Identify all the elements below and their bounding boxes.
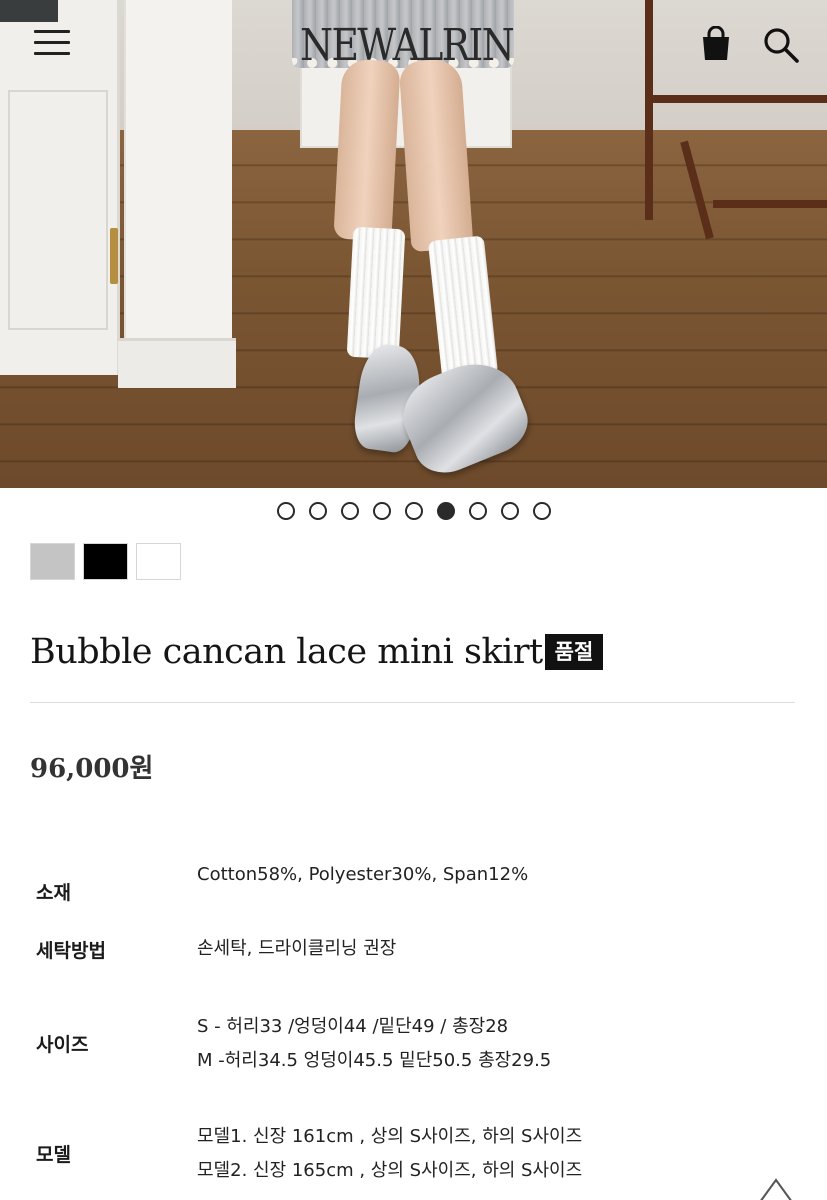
photo-door-panel xyxy=(8,90,108,330)
pagination-dot[interactable] xyxy=(341,502,359,520)
pagination-dot[interactable] xyxy=(373,502,391,520)
divider xyxy=(30,702,795,703)
detail-label: 모델 xyxy=(36,1144,71,1166)
photo-leg-left xyxy=(333,58,401,242)
detail-value: 모델1. 신장 161cm , 상의 S사이즈, 하의 S사이즈 모델2. 신장… xyxy=(197,1120,582,1188)
product-price: 96,000원 xyxy=(30,754,154,784)
menu-bar xyxy=(34,30,70,33)
brand-logo[interactable]: NEWALRIN xyxy=(300,18,515,74)
search-icon[interactable] xyxy=(762,26,800,64)
color-swatch[interactable] xyxy=(83,543,128,580)
pagination-dot[interactable] xyxy=(469,502,487,520)
detail-value: S - 허리33 /엉덩이44 /밑단49 / 총장28 M -허리34.5 엉… xyxy=(197,1010,551,1078)
detail-value: 손세탁, 드라이클리닝 권장 xyxy=(197,932,396,966)
pagination-dot[interactable] xyxy=(437,502,455,520)
photo-cart-shelf-lower xyxy=(713,200,827,208)
photo-pillar-base xyxy=(118,338,236,388)
pagination-dot[interactable] xyxy=(533,502,551,520)
shopping-bag-icon[interactable] xyxy=(700,25,732,62)
detail-line: 모델1. 신장 161cm , 상의 S사이즈, 하의 S사이즈 xyxy=(197,1126,583,1147)
product-title: Bubble cancan lace mini skirt xyxy=(30,632,543,672)
pagination-dot[interactable] xyxy=(501,502,519,520)
soldout-badge: 품절 xyxy=(544,634,604,670)
color-swatches xyxy=(30,543,181,580)
photo-door-window xyxy=(0,0,58,22)
detail-label: 사이즈 xyxy=(36,1034,89,1056)
pagination-dot[interactable] xyxy=(405,502,423,520)
detail-label: 세탁방법 xyxy=(36,940,106,962)
menu-bar xyxy=(34,52,70,55)
color-swatch[interactable] xyxy=(136,543,181,580)
menu-bar xyxy=(34,41,70,44)
detail-line: 손세탁, 드라이클리닝 권장 xyxy=(197,938,397,959)
hamburger-menu-icon[interactable] xyxy=(34,30,72,58)
photo-sock-left xyxy=(346,226,406,360)
detail-label: 소재 xyxy=(36,882,71,904)
pagination-dot[interactable] xyxy=(309,502,327,520)
product-title-row: Bubble cancan lace mini skirt 품절 xyxy=(30,632,604,672)
photo-leg-right xyxy=(398,58,474,252)
detail-value: Cotton58%, Polyester30%, Span12% xyxy=(197,858,528,892)
photo-door-hinge xyxy=(110,228,118,284)
image-pagination xyxy=(277,502,551,520)
color-swatch[interactable] xyxy=(30,543,75,580)
pagination-dot[interactable] xyxy=(277,502,295,520)
photo-pillar xyxy=(124,0,232,385)
chevron-up-icon[interactable] xyxy=(752,1172,800,1200)
detail-line: 모델2. 신장 165cm , 상의 S사이즈, 하의 S사이즈 xyxy=(197,1160,583,1181)
detail-line: Cotton58%, Polyester30%, Span12% xyxy=(197,864,529,885)
photo-cart-shelf xyxy=(653,95,827,103)
detail-line: M -허리34.5 엉덩이45.5 밑단50.5 총장29.5 xyxy=(197,1050,552,1071)
detail-line: S - 허리33 /엉덩이44 /밑단49 / 총장28 xyxy=(197,1016,509,1037)
